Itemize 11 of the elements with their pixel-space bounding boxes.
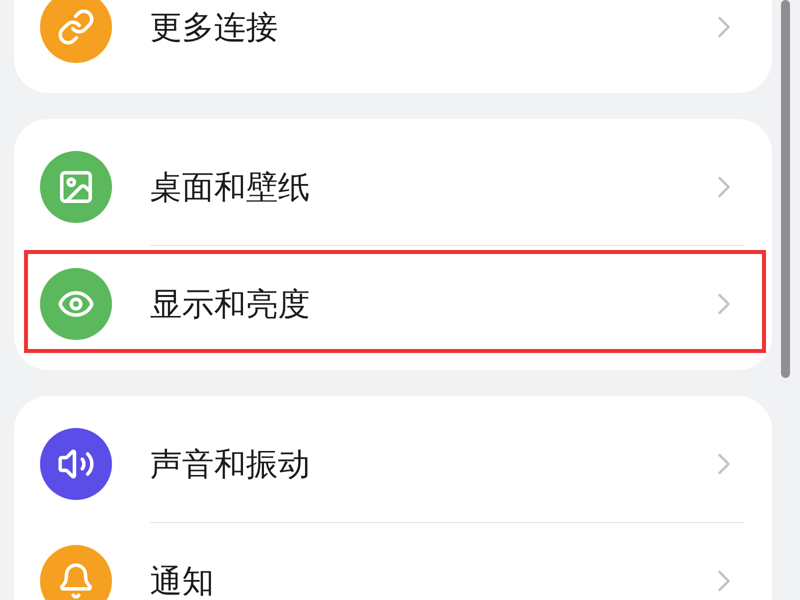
item-label: 更多连接: [150, 7, 279, 48]
settings-item[interactable]: 声音和振动: [14, 406, 772, 522]
scrollbar[interactable]: [781, 0, 790, 378]
settings-item[interactable]: 显示和亮度: [14, 246, 772, 362]
item-label: 通知: [150, 561, 215, 600]
settings-item[interactable]: 更多连接: [14, 0, 772, 85]
item-label: 显示和亮度: [150, 284, 311, 325]
item-label: 桌面和壁纸: [150, 167, 311, 208]
settings-item[interactable]: 桌面和壁纸: [14, 129, 772, 245]
item-label: 声音和振动: [150, 444, 311, 485]
settings-item[interactable]: 通知: [14, 523, 772, 600]
